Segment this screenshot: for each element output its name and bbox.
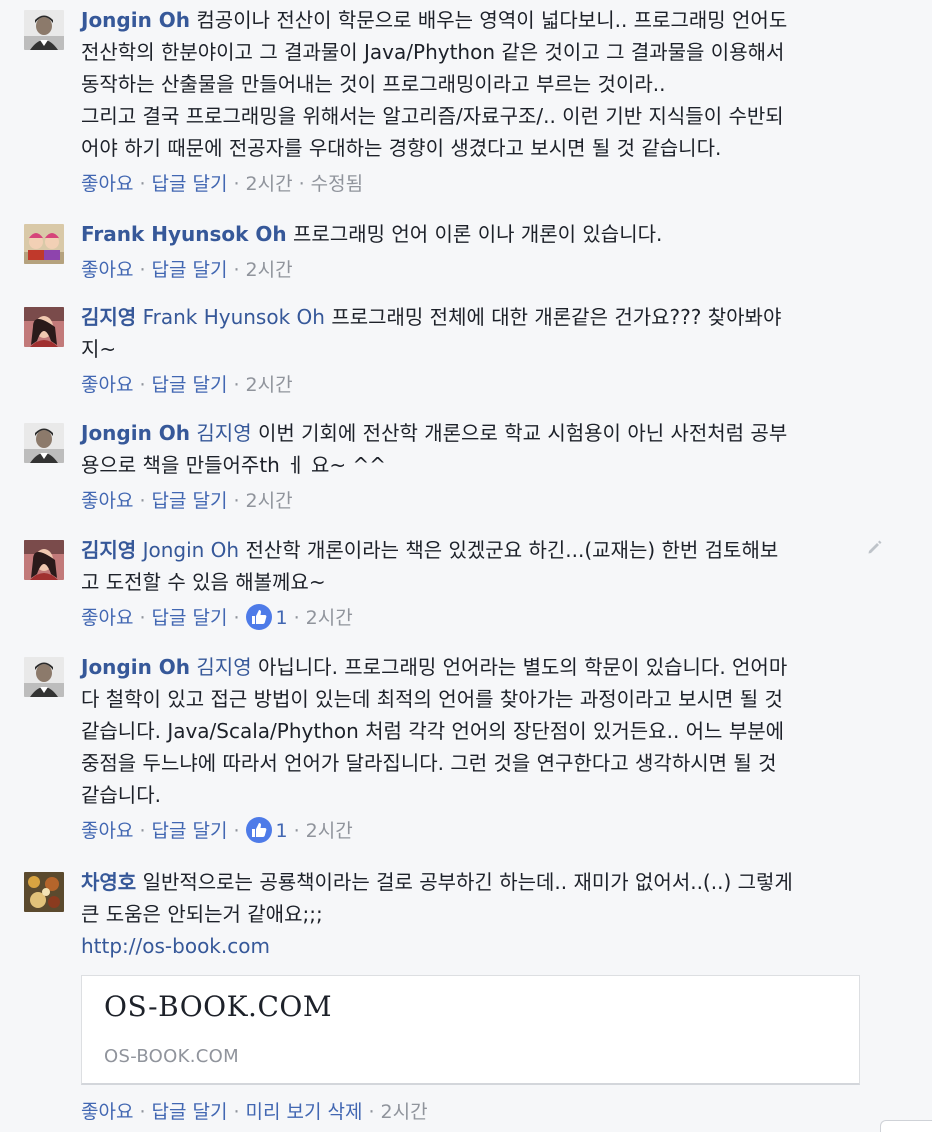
like-link[interactable]: 좋아요 (81, 820, 133, 842)
comment-text: 용으로 책을 만들어주th ㅔ 요~ ^^ (81, 453, 386, 477)
comment-text: 큰 도움은 안되는거 같애요;;; (81, 902, 323, 926)
preview-title[interactable]: OS-BOOK.COM (104, 990, 332, 1023)
comment-actions: 좋아요 · 답글 달기 · 2시간 · 수정됨 (81, 173, 364, 195)
like-link[interactable]: 좋아요 (81, 1101, 133, 1123)
avatar[interactable] (24, 423, 64, 463)
edited-label[interactable]: 수정됨 (311, 173, 363, 195)
avatar[interactable] (24, 657, 64, 697)
reply-link[interactable]: 답글 달기 (152, 607, 228, 629)
comment-text: 컴공이나 전산이 학문으로 배우는 영역이 넓다보니.. 프로그래밍 언어도 (196, 8, 788, 32)
comment-text: 아닙니다. 프로그래밍 언어라는 별도의 학문이 있습니다. 언어마 (257, 655, 788, 679)
url-link[interactable]: http://os-book.com (81, 930, 856, 962)
reply-link[interactable]: 답글 달기 (152, 173, 228, 195)
remove-preview-link[interactable]: 미리 보기 삭제 (246, 1101, 363, 1123)
comment-author[interactable]: Frank Hyunsok Oh (81, 222, 287, 246)
comment-actions: 좋아요 · 답글 달기 · 2시간 (81, 374, 293, 396)
timestamp[interactable]: 2시간 (306, 820, 353, 842)
comment-text: 지~ (81, 337, 117, 361)
comment-text: 그리고 결국 프로그래밍을 위해서는 알고리즘/자료구조/.. 이런 기반 지식… (81, 104, 784, 128)
comment-text: 일반적으로는 공룡책이라는 걸로 공부하긴 하는데.. 재미가 없어서..(..… (142, 870, 793, 894)
timestamp[interactable]: 2시간 (246, 173, 293, 195)
reply-link[interactable]: 답글 달기 (152, 259, 228, 281)
timestamp[interactable]: 2시간 (306, 607, 353, 629)
comment-actions: 좋아요 · 답글 달기 · 1 · 2시간 (81, 604, 856, 632)
comment-text: 같습니다. (81, 783, 161, 807)
timestamp[interactable]: 2시간 (246, 490, 293, 512)
reply-link[interactable]: 답글 달기 (152, 374, 228, 396)
thumbs-up-icon (245, 604, 272, 630)
mention-link[interactable]: 김지영 (196, 655, 251, 679)
mention-link[interactable]: Frank Hyunsok Oh (143, 305, 325, 329)
timestamp[interactable]: 2시간 (246, 374, 293, 396)
chat-tab-edge[interactable] (880, 1120, 932, 1132)
comment-author[interactable]: 김지영 (81, 538, 136, 562)
reply-link[interactable]: 답글 달기 (152, 820, 228, 842)
like-link[interactable]: 좋아요 (81, 374, 133, 396)
comment-text: 이번 기회에 전산학 개론으로 학교 시험용이 아닌 사전처럼 공부 (257, 421, 788, 445)
comment-text: 어야 하기 때문에 전공자를 우대하는 경향이 생겼다고 보시면 될 것 같습니… (81, 136, 722, 160)
comment-text: 다 철학이 있고 접근 방법이 있는데 최적의 언어를 찾아가는 과정이라고 보… (81, 687, 783, 711)
comment-thread: Jongin Oh 컴공이나 전산이 학문으로 배우는 영역이 넓다보니.. 프… (0, 0, 932, 1132)
comment-text: 전산학 개론이라는 책은 있겠군요 하긴...(교재는) 한번 검토해보 (245, 538, 779, 562)
avatar[interactable] (24, 540, 64, 580)
comment-text: 프로그래밍 언어 이론 이나 개론이 있습니다. (293, 222, 663, 246)
preview-domain: OS-BOOK.COM (104, 1046, 239, 1067)
link-preview-card[interactable]: OS-BOOK.COM OS-BOOK.COM (81, 975, 860, 1085)
comment-text: 동작하는 산출물을 만들어내는 것이 프로그래밍이라고 부르는 것이라.. (81, 72, 666, 96)
like-link[interactable]: 좋아요 (81, 490, 133, 512)
comment-text: 중점을 두느냐에 따라서 언어가 달라집니다. 그런 것을 연구한다고 생각하시… (81, 751, 777, 775)
thumbs-up-icon (245, 817, 272, 843)
avatar[interactable] (24, 307, 64, 347)
like-link[interactable]: 좋아요 (81, 607, 133, 629)
avatar[interactable] (24, 10, 64, 50)
comment-author[interactable]: Jongin Oh (81, 655, 190, 679)
timestamp[interactable]: 2시간 (381, 1101, 428, 1123)
avatar[interactable] (24, 224, 64, 264)
mention-link[interactable]: Jongin Oh (143, 538, 240, 562)
reply-link[interactable]: 답글 달기 (152, 1101, 228, 1123)
comment-text: 고 도전할 수 있음 해볼께요~ (81, 570, 326, 594)
timestamp[interactable]: 2시간 (246, 259, 293, 281)
comment-author[interactable]: 김지영 (81, 305, 136, 329)
reaction-count[interactable]: 1 (245, 817, 288, 843)
comment-author[interactable]: 차영호 (81, 870, 136, 894)
comment-actions: 좋아요 · 답글 달기 · 2시간 (81, 259, 293, 281)
mention-link[interactable]: 김지영 (196, 421, 251, 445)
avatar[interactable] (24, 872, 64, 912)
comment-text: 프로그래밍 전체에 대한 개론같은 건가요??? 찾아봐야 (331, 305, 782, 329)
reply-link[interactable]: 답글 달기 (152, 490, 228, 512)
comment-actions: 좋아요 · 답글 달기 · 2시간 (81, 490, 293, 512)
like-link[interactable]: 좋아요 (81, 259, 133, 281)
comment-author[interactable]: Jongin Oh (81, 421, 190, 445)
like-link[interactable]: 좋아요 (81, 173, 133, 195)
comment-actions: 좋아요 · 답글 달기 · 미리 보기 삭제 · 2시간 (81, 1101, 428, 1123)
comment-author[interactable]: Jongin Oh (81, 8, 190, 32)
reaction-count[interactable]: 1 (245, 604, 288, 630)
edit-pencil-icon[interactable] (866, 538, 884, 556)
comment-actions: 좋아요 · 답글 달기 · 1 · 2시간 (81, 817, 856, 845)
comment-text: 같습니다. Java/Scala/Phython 처럼 각각 언어의 장단점이 … (81, 719, 785, 743)
comment-text: 전산학의 한분야이고 그 결과물이 Java/Phython 같은 것이고 그 … (81, 40, 785, 64)
